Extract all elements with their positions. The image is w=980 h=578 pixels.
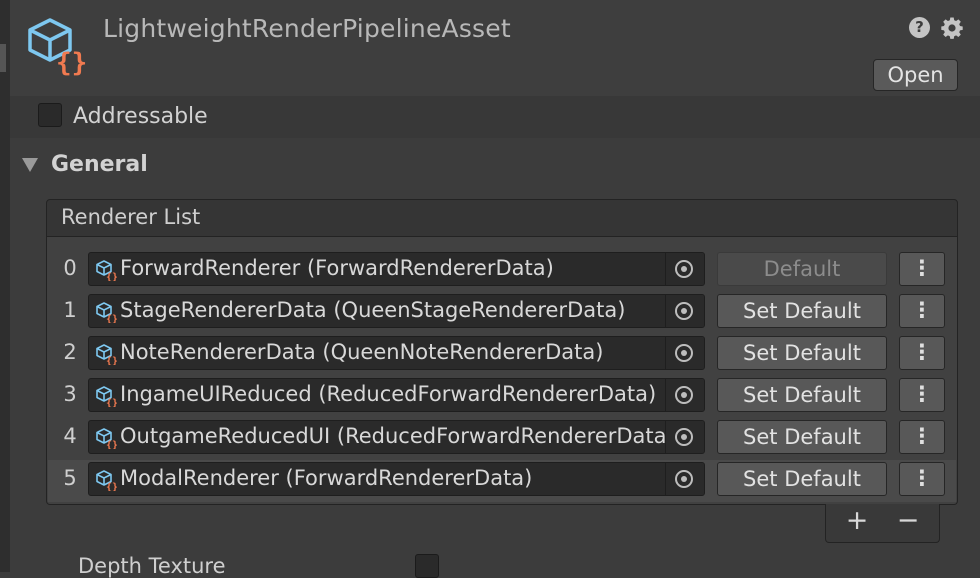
renderer-list-row[interactable]: 0 {} ForwardRenderer (ForwardRendererData)… <box>48 250 956 292</box>
object-picker-icon[interactable] <box>665 253 704 285</box>
renderer-list-row[interactable]: 4 {} OutgameReducedUI (ReducedForwardRende… <box>48 418 956 460</box>
row-more-options-button[interactable]: ⋮ <box>899 462 945 496</box>
addressable-checkbox[interactable] <box>38 103 62 127</box>
set-default-button[interactable]: Set Default <box>717 294 887 328</box>
asset-title: LightweightRenderPipelineAsset <box>103 14 511 43</box>
object-picker-icon[interactable] <box>665 379 704 411</box>
renderer-list-title: Renderer List <box>61 205 201 229</box>
renderer-object-field[interactable]: {} IngameUIReduced (ReducedForwardRendere… <box>88 378 705 412</box>
pipeline-asset-icon: {} <box>28 18 87 76</box>
svg-text:{}: {} <box>106 356 117 365</box>
set-default-button[interactable]: Set Default <box>717 462 887 496</box>
general-foldout-label[interactable]: General <box>51 152 148 177</box>
remove-renderer-button[interactable]: − <box>893 506 923 538</box>
object-picker-icon[interactable] <box>665 337 704 369</box>
svg-text:{}: {} <box>106 272 117 281</box>
renderer-object-value: ForwardRenderer (ForwardRendererData) <box>120 256 554 280</box>
add-renderer-button[interactable]: + <box>842 506 872 538</box>
row-index: 3 <box>63 382 77 406</box>
object-picker-icon[interactable] <box>665 463 704 495</box>
renderer-object-value: StageRendererData (QueenStageRendererDat… <box>120 298 626 322</box>
renderer-object-value: NoteRendererData (QueenNoteRendererData) <box>120 340 604 364</box>
panel-edge-marker <box>0 44 6 72</box>
object-picker-icon[interactable] <box>665 421 704 453</box>
renderer-data-icon: {} <box>95 343 118 367</box>
gear-icon[interactable] <box>940 16 964 40</box>
renderer-list-row[interactable]: 5 {} ModalRenderer (ForwardRendererData) Se… <box>48 460 956 502</box>
renderer-list-row[interactable]: 3 {} IngameUIReduced (ReducedForwardRender… <box>48 376 956 418</box>
renderer-object-field[interactable]: {} ForwardRenderer (ForwardRendererData) <box>88 252 705 286</box>
object-picker-icon[interactable] <box>665 295 704 327</box>
row-more-options-button[interactable]: ⋮ <box>899 252 945 286</box>
row-index: 0 <box>63 256 77 280</box>
set-default-button[interactable]: Set Default <box>717 420 887 454</box>
renderer-object-field[interactable]: {} NoteRendererData (QueenNoteRendererDat… <box>88 336 705 370</box>
set-default-button[interactable]: Set Default <box>717 336 887 370</box>
renderer-object-field[interactable]: {} StageRendererData (QueenStageRendererD… <box>88 294 705 328</box>
depth-texture-checkbox[interactable] <box>415 554 439 578</box>
row-index: 1 <box>63 298 77 322</box>
renderer-object-value: ModalRenderer (ForwardRendererData) <box>120 466 533 490</box>
help-icon[interactable]: ? <box>909 17 930 38</box>
svg-text:{}: {} <box>106 440 117 449</box>
row-more-options-button[interactable]: ⋮ <box>899 336 945 370</box>
renderer-object-value: OutgameReducedUI (ReducedForwardRenderer… <box>120 424 668 448</box>
default-button: Default <box>717 252 887 286</box>
addressable-label: Addressable <box>73 104 208 129</box>
renderer-object-field[interactable]: {} OutgameReducedUI (ReducedForwardRender… <box>88 420 705 454</box>
row-more-options-button[interactable]: ⋮ <box>899 378 945 412</box>
left-panel-edge <box>0 0 10 572</box>
general-foldout-arrow-icon[interactable] <box>22 158 38 172</box>
row-more-options-button[interactable]: ⋮ <box>899 420 945 454</box>
row-index: 5 <box>63 466 77 490</box>
renderer-object-value: IngameUIReduced (ReducedForwardRendererD… <box>120 382 657 406</box>
renderer-data-icon: {} <box>95 385 118 409</box>
depth-texture-label: Depth Texture <box>78 554 226 578</box>
svg-text:{}: {} <box>106 314 117 323</box>
renderer-object-field[interactable]: {} ModalRenderer (ForwardRendererData) <box>88 462 705 496</box>
set-default-button[interactable]: Set Default <box>717 378 887 412</box>
row-index: 2 <box>63 340 77 364</box>
renderer-data-icon: {} <box>95 301 118 325</box>
renderer-data-icon: {} <box>95 469 118 493</box>
renderer-data-icon: {} <box>95 427 118 451</box>
svg-text:{}: {} <box>56 48 87 76</box>
renderer-list-row[interactable]: 2 {} NoteRendererData (QueenNoteRendererDa… <box>48 334 956 376</box>
row-index: 4 <box>63 424 77 448</box>
svg-text:{}: {} <box>106 398 117 407</box>
svg-text:{}: {} <box>106 482 117 491</box>
renderer-list-row[interactable]: 1 {} StageRendererData (QueenStageRenderer… <box>48 292 956 334</box>
row-more-options-button[interactable]: ⋮ <box>899 294 945 328</box>
open-button[interactable]: Open <box>873 59 958 91</box>
renderer-data-icon: {} <box>95 259 118 283</box>
